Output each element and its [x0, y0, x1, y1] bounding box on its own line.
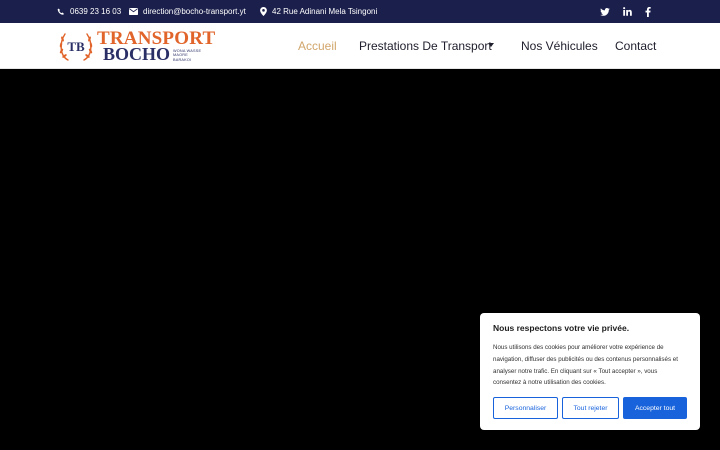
reject-all-button[interactable]: Tout rejeter: [562, 397, 619, 419]
cookie-buttons: Personnaliser Tout rejeter Accepter tout: [493, 397, 687, 419]
chevron-down-icon[interactable]: [488, 43, 494, 47]
phone-contact[interactable]: 0639 23 16 03: [57, 0, 121, 23]
envelope-icon: [129, 8, 138, 15]
accept-all-button[interactable]: Accepter tout: [623, 397, 687, 419]
twitter-icon[interactable]: [598, 0, 612, 23]
street-address: 42 Rue Adinani Mela Tsingoni: [272, 7, 378, 16]
top-bar: 0639 23 16 03 direction@bocho-transport.…: [0, 0, 720, 23]
nav-item-services[interactable]: Prestations De Transport: [359, 39, 492, 53]
facebook-icon[interactable]: [641, 0, 655, 23]
address-contact[interactable]: 42 Rue Adinani Mela Tsingoni: [260, 0, 377, 23]
nav-item-home[interactable]: Accueil: [298, 39, 337, 53]
cookie-description: Nous utilisons des cookies pour améliore…: [493, 344, 678, 387]
cookie-title: Nous respectons votre vie privée.: [493, 323, 630, 333]
customize-button[interactable]: Personnaliser: [493, 397, 558, 419]
logo-line-2: BOCHO: [103, 44, 171, 64]
nav-item-vehicles[interactable]: Nos Véhicules: [521, 39, 598, 53]
phone-icon: [57, 8, 65, 16]
logo-monogram: TB: [67, 39, 85, 54]
map-pin-icon: [260, 7, 267, 16]
email-contact[interactable]: direction@bocho-transport.yt: [129, 0, 246, 23]
logo-tagline-3: BARAKOI: [173, 57, 192, 62]
logo-tagline: WONA WASSE MAORE BARAKOI: [173, 49, 207, 62]
email-address: direction@bocho-transport.yt: [143, 7, 246, 16]
site-logo[interactable]: TB TRANSPORT BOCHO WONA WASSE MAORE BARA…: [57, 28, 215, 64]
cookie-consent-banner: Nous respectons votre vie privée. Nous u…: [480, 313, 700, 430]
nav-item-contact[interactable]: Contact: [615, 39, 656, 53]
laurel-monogram-icon: TB: [57, 29, 95, 63]
linkedin-icon[interactable]: [620, 0, 634, 23]
phone-number: 0639 23 16 03: [70, 7, 122, 16]
